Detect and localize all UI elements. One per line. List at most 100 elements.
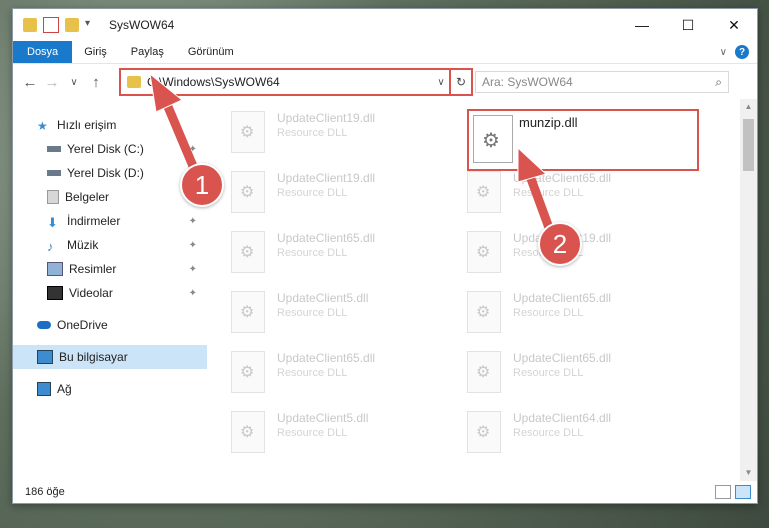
ribbon-tabs: Dosya Giriş Paylaş Görünüm ∨ ? <box>13 41 757 64</box>
new-folder-icon[interactable] <box>65 18 79 32</box>
recent-locations-button[interactable]: ∨ <box>63 77 85 88</box>
maximize-button[interactable]: ☐ <box>665 10 711 40</box>
list-item[interactable]: UpdateClient65.dll Resource DLL <box>467 171 697 227</box>
step-badge-2: 2 <box>538 222 582 266</box>
sidebar-item-local-disk-d[interactable]: Yerel Disk (D:) <box>13 161 207 185</box>
file-type: Resource DLL <box>277 307 348 319</box>
sidebar-item-music[interactable]: ♪ Müzik ✦ <box>13 233 207 257</box>
list-item[interactable]: UpdateClient64.dll Resource DLL <box>467 411 697 467</box>
file-name: UpdateClient19.dll <box>277 111 376 125</box>
up-button[interactable]: ↑ <box>85 74 107 91</box>
search-icon[interactable]: ⌕ <box>715 75 722 90</box>
address-bar[interactable]: C:\Windows\SysWOW64 ∨ ↻ <box>119 68 473 96</box>
drive-icon <box>47 170 61 176</box>
file-name: UpdateClient65.dll <box>513 291 612 305</box>
navigation-bar: ← → ∨ ↑ C:\Windows\SysWOW64 ∨ ↻ Ara: Sys… <box>13 64 757 100</box>
list-item[interactable]: UpdateClient65.dll Resource DLL <box>467 351 697 407</box>
sidebar-item-local-disk-c[interactable]: Yerel Disk (C:) ✦ <box>13 137 207 161</box>
search-placeholder: Ara: SysWOW64 <box>482 75 573 89</box>
file-name: UpdateClient5.dll <box>277 291 369 305</box>
tab-view[interactable]: Görünüm <box>176 41 246 63</box>
file-type: Resource DLL <box>277 247 348 259</box>
file-type: Resource DLL <box>277 427 348 439</box>
sidebar-item-onedrive[interactable]: OneDrive <box>13 313 207 337</box>
title-bar: ▾ SysWOW64 — ☐ ✕ <box>13 9 757 41</box>
scroll-thumb[interactable] <box>743 119 754 171</box>
refresh-button[interactable]: ↻ <box>451 68 473 96</box>
folder-icon[interactable] <box>23 18 37 32</box>
list-item[interactable]: UpdateClient19.dll Resource DLL <box>467 231 697 287</box>
pin-icon[interactable]: ✦ <box>189 288 197 299</box>
customize-toolbar-icon[interactable]: ▾ <box>85 18 99 32</box>
list-item[interactable]: UpdateClient5.dll Resource DLL <box>231 411 461 467</box>
pin-icon[interactable]: ✦ <box>189 264 197 275</box>
pin-icon[interactable]: ✦ <box>189 144 197 155</box>
dll-file-icon <box>231 411 265 453</box>
expand-ribbon-icon[interactable]: ∨ <box>720 47 727 58</box>
navigation-pane: ★ Hızlı erişim Yerel Disk (C:) ✦ Yerel D… <box>13 99 207 481</box>
sidebar-item-label: Hızlı erişim <box>57 118 117 132</box>
scroll-down-icon[interactable]: ▼ <box>740 465 757 481</box>
details-view-icon[interactable] <box>715 485 731 499</box>
list-item[interactable]: UpdateClient5.dll Resource DLL <box>231 291 461 347</box>
minimize-button[interactable]: — <box>619 10 665 40</box>
video-icon <box>47 286 63 300</box>
tab-home[interactable]: Giriş <box>72 41 119 63</box>
help-icon[interactable]: ? <box>735 45 749 59</box>
vertical-scrollbar[interactable]: ▲ ▼ <box>740 99 757 481</box>
close-button[interactable]: ✕ <box>711 10 757 40</box>
cloud-icon <box>37 321 51 329</box>
large-icons-view-icon[interactable] <box>735 485 751 499</box>
dll-file-icon <box>231 351 265 393</box>
file-type: Resource DLL <box>513 367 584 379</box>
pin-icon[interactable]: ✦ <box>189 216 197 227</box>
list-item[interactable]: UpdateClient19.dll Resource DLL <box>231 111 461 167</box>
sidebar-item-label: İndirmeler <box>67 214 121 228</box>
dll-file-icon <box>467 231 501 273</box>
address-path[interactable]: C:\Windows\SysWOW64 <box>147 75 433 89</box>
tab-share[interactable]: Paylaş <box>119 41 176 63</box>
sidebar-item-downloads[interactable]: ⬇ İndirmeler ✦ <box>13 209 207 233</box>
dll-file-icon <box>467 411 501 453</box>
window-title: SysWOW64 <box>109 18 175 32</box>
documents-icon <box>47 190 59 204</box>
address-dropdown-icon[interactable]: ∨ <box>433 77 449 88</box>
sidebar-item-label: Bu bilgisayar <box>59 350 128 364</box>
sidebar-item-network[interactable]: Ağ <box>13 377 207 401</box>
file-name: UpdateClient64.dll <box>513 411 612 425</box>
sidebar-item-documents[interactable]: Belgeler <box>13 185 207 209</box>
list-item[interactable]: UpdateClient65.dll Resource DLL <box>231 351 461 407</box>
star-icon: ★ <box>37 119 48 133</box>
dll-file-icon <box>467 291 501 333</box>
network-icon <box>37 382 51 396</box>
music-icon: ♪ <box>47 239 54 254</box>
back-button[interactable]: ← <box>19 74 41 91</box>
file-name: munzip.dll <box>519 115 578 130</box>
dll-file-icon <box>473 115 513 163</box>
explorer-window: ▾ SysWOW64 — ☐ ✕ Dosya Giriş Paylaş Görü… <box>12 8 758 504</box>
sidebar-item-label: OneDrive <box>57 318 108 332</box>
dll-file-icon <box>231 171 265 213</box>
sidebar-item-quick-access[interactable]: ★ Hızlı erişim <box>13 113 207 137</box>
sidebar-item-pictures[interactable]: Resimler ✦ <box>13 257 207 281</box>
list-item[interactable]: UpdateClient65.dll Resource DLL <box>467 291 697 347</box>
list-item[interactable]: UpdateClient65.dll Resource DLL <box>231 231 461 287</box>
sidebar-item-label: Müzik <box>67 238 99 252</box>
status-bar: 186 öğe <box>13 481 757 503</box>
dll-file-icon <box>231 291 265 333</box>
properties-icon[interactable] <box>43 17 59 33</box>
quick-access-toolbar: ▾ <box>13 17 99 33</box>
highlighted-file-munzip[interactable]: munzip.dll <box>467 109 699 171</box>
download-icon: ⬇ <box>47 215 58 230</box>
sidebar-item-label: Yerel Disk (D:) <box>67 166 144 180</box>
search-box[interactable]: Ara: SysWOW64 ⌕ <box>475 71 729 93</box>
pin-icon[interactable]: ✦ <box>189 240 197 251</box>
tab-file[interactable]: Dosya <box>13 41 73 63</box>
sidebar-item-this-pc[interactable]: Bu bilgisayar <box>13 345 207 369</box>
sidebar-item-videos[interactable]: Videolar ✦ <box>13 281 207 305</box>
scroll-up-icon[interactable]: ▲ <box>740 99 757 115</box>
step-badge-1: 1 <box>180 163 224 207</box>
forward-button[interactable]: → <box>41 74 63 91</box>
list-item[interactable]: UpdateClient19.dll Resource DLL <box>231 171 461 227</box>
sidebar-item-label: Ağ <box>57 382 72 396</box>
